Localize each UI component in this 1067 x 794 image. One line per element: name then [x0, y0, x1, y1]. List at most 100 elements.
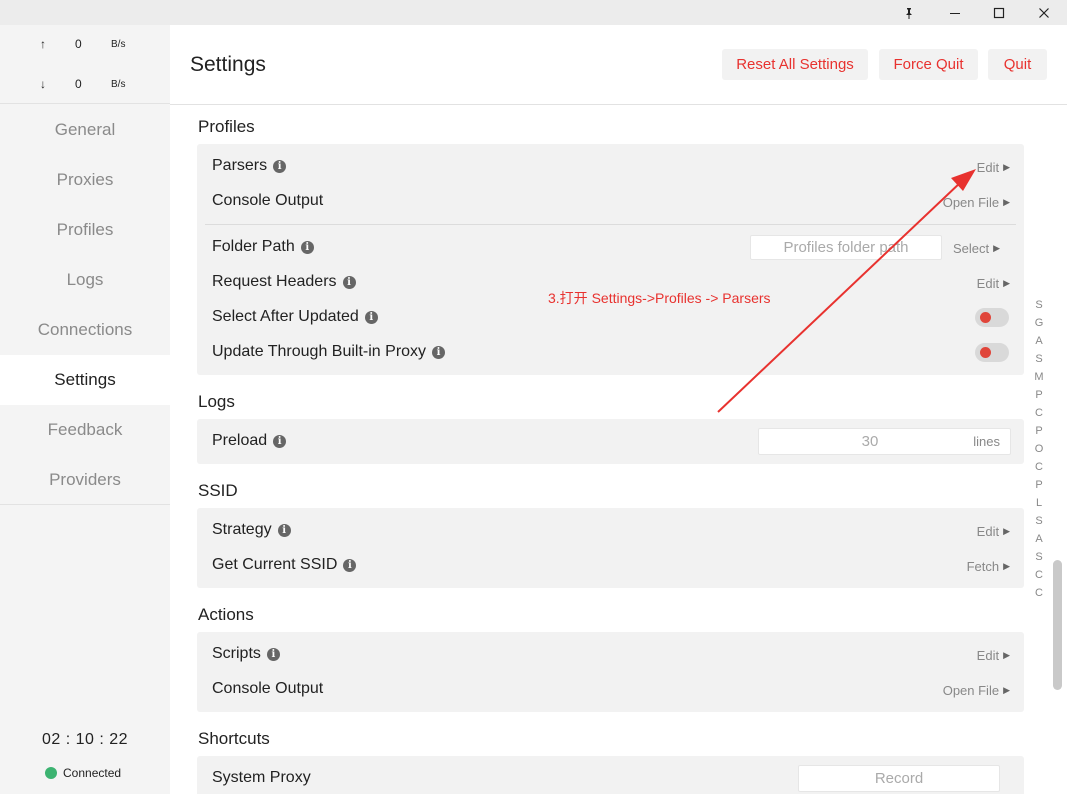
upload-arrow-icon: ↑ [40, 37, 46, 51]
index-letter[interactable]: O [1033, 443, 1045, 461]
info-icon[interactable]: i [342, 275, 356, 289]
strategy-edit-label: Edit [976, 524, 1000, 539]
folder-path-label: Folder Path [212, 238, 295, 255]
page-title: Settings [190, 53, 266, 76]
index-letter[interactable]: P [1033, 425, 1045, 443]
scripts-label: Scripts [212, 645, 261, 662]
section-title-shortcuts: Shortcuts [198, 729, 270, 748]
update-through-proxy-row: Update Through Built-in Proxy i [197, 335, 1024, 370]
parsers-edit-button[interactable]: Edit ▶ [977, 160, 1010, 175]
minimize-icon[interactable] [932, 0, 978, 25]
select-after-updated-toggle[interactable] [975, 308, 1009, 327]
download-unit: B/s [111, 79, 126, 90]
request-headers-edit-button[interactable]: Edit ▶ [977, 276, 1010, 291]
parsers-edit-label: Edit [976, 160, 1000, 175]
update-through-proxy-label: Update Through Built-in Proxy [212, 343, 427, 360]
scripts-row: Scripts i Edit ▶ [197, 637, 1024, 672]
force-quit-button[interactable]: Force Quit [879, 49, 978, 80]
console-output-row: Console Output Open File ▶ [197, 184, 1024, 219]
update-through-proxy-toggle[interactable] [975, 343, 1009, 362]
section-title-logs: Logs [198, 392, 235, 411]
scripts-edit-button[interactable]: Edit ▶ [977, 648, 1010, 663]
index-letter[interactable]: C [1033, 587, 1045, 605]
pin-icon[interactable] [886, 0, 932, 25]
index-letter[interactable]: S [1033, 551, 1045, 569]
preload-value: 30 [861, 433, 879, 450]
scripts-edit-label: Edit [976, 648, 1000, 663]
strategy-edit-button[interactable]: Edit ▶ [977, 524, 1010, 539]
actions-console-output-row: Console Output Open File ▶ [197, 672, 1024, 707]
info-icon[interactable]: i [266, 647, 280, 661]
info-icon[interactable]: i [364, 310, 378, 324]
request-headers-label: Request Headers [212, 273, 337, 290]
caret-right-icon: ▶ [1003, 650, 1010, 660]
caret-right-icon: ▶ [1003, 685, 1010, 695]
divider [205, 224, 1016, 225]
parsers-label: Parsers [212, 157, 268, 174]
index-letter[interactable]: L [1033, 497, 1045, 515]
current-ssid-fetch-button[interactable]: Fetch ▶ [967, 559, 1010, 574]
index-letter[interactable]: C [1033, 461, 1045, 479]
current-ssid-row: Get Current SSID i Fetch ▶ [197, 548, 1024, 583]
page-header: Settings Reset All Settings Force Quit Q… [170, 25, 1067, 105]
caret-right-icon: ▶ [1003, 278, 1010, 288]
folder-path-row: Folder Path i Profiles folder path Selec… [197, 230, 1024, 265]
toggle-knob [980, 312, 991, 323]
connection-status: Connected [45, 766, 121, 780]
index-letter[interactable]: A [1033, 533, 1045, 551]
window-titlebar [0, 0, 1067, 25]
index-letter[interactable]: A [1033, 335, 1045, 353]
close-icon[interactable] [1021, 0, 1067, 25]
folder-path-select-button[interactable]: Select ▶ [953, 241, 1000, 256]
system-proxy-record-input[interactable]: Record [798, 765, 1000, 792]
folder-path-select-label: Select [952, 241, 990, 256]
actions-console-output-open-button[interactable]: Open File ▶ [943, 683, 1010, 698]
section-title-ssid: SSID [198, 481, 238, 500]
vertical-scrollbar[interactable] [1053, 560, 1062, 690]
current-ssid-label: Get Current SSID [212, 556, 338, 573]
info-icon[interactable]: i [273, 159, 287, 173]
actions-card: Scripts i Edit ▶ Console Output Open File… [197, 632, 1024, 712]
upload-speed: ↑ 0 B/s [0, 37, 170, 57]
section-index: S G A S M P C P O C P L S A S C C [1033, 299, 1045, 605]
parsers-row: Parsers i Edit ▶ [197, 149, 1024, 184]
info-icon[interactable]: i [300, 240, 314, 254]
caret-right-icon: ▶ [1003, 526, 1010, 536]
system-proxy-row: System Proxy Record [197, 761, 1024, 794]
profiles-folder-path-input[interactable]: Profiles folder path [750, 235, 942, 260]
index-letter[interactable]: C [1033, 407, 1045, 425]
system-proxy-label: System Proxy [212, 769, 311, 786]
logs-card: Preload i 30 lines [197, 419, 1024, 464]
preload-label: Preload [212, 432, 268, 449]
actions-console-output-label: Console Output [212, 680, 324, 697]
preload-row: Preload i 30 lines [197, 424, 1024, 459]
status-label: Connected [63, 766, 122, 780]
info-icon[interactable]: i [277, 523, 291, 537]
caret-right-icon: ▶ [1003, 561, 1010, 571]
ssid-card: Strategy i Edit ▶ Get Current SSID i Fetc… [197, 508, 1024, 588]
console-output-open-label: Open File [942, 195, 1000, 210]
index-letter[interactable]: S [1033, 353, 1045, 371]
index-letter[interactable]: G [1033, 317, 1045, 335]
index-letter[interactable]: S [1033, 299, 1045, 317]
console-output-open-button[interactable]: Open File ▶ [943, 195, 1010, 210]
console-output-label: Console Output [212, 192, 324, 209]
caret-right-icon: ▶ [993, 243, 1000, 253]
index-letter[interactable]: S [1033, 515, 1045, 533]
preload-unit: lines [973, 434, 1000, 449]
index-letter[interactable]: P [1033, 479, 1045, 497]
strategy-row: Strategy i Edit ▶ [197, 513, 1024, 548]
quit-button[interactable]: Quit [988, 49, 1047, 80]
index-letter[interactable]: P [1033, 389, 1045, 407]
maximize-icon[interactable] [976, 0, 1022, 25]
info-icon[interactable]: i [343, 558, 357, 572]
reset-all-settings-button[interactable]: Reset All Settings [722, 49, 868, 80]
upload-unit: B/s [111, 39, 126, 50]
info-icon[interactable]: i [432, 345, 446, 359]
preload-input[interactable]: 30 lines [758, 428, 1011, 455]
info-icon[interactable]: i [273, 434, 287, 448]
status-dot-icon [45, 767, 57, 779]
index-letter[interactable]: C [1033, 569, 1045, 587]
section-title-profiles: Profiles [198, 117, 255, 136]
index-letter[interactable]: M [1033, 371, 1045, 389]
